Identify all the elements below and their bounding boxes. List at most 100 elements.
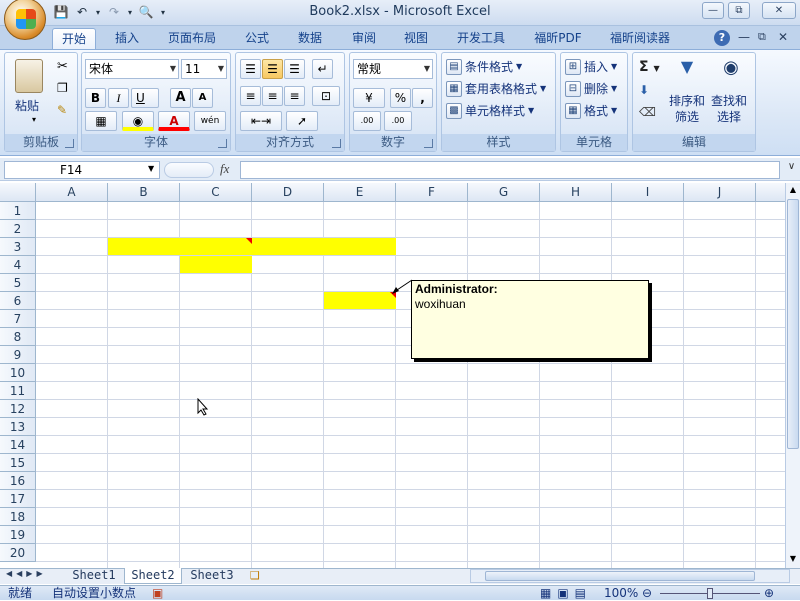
column-header[interactable]: H xyxy=(540,183,612,202)
column-header[interactable]: E xyxy=(324,183,396,202)
copy-icon[interactable]: ❐ xyxy=(57,81,68,95)
row-header[interactable]: 11 xyxy=(0,382,36,400)
align-center-button[interactable]: ≡ xyxy=(262,86,283,106)
scroll-up-icon[interactable]: ▲ xyxy=(787,185,799,197)
comment-box[interactable]: Administrator: woxihuan xyxy=(411,280,649,359)
sheet-nav-icons[interactable]: ◀◀▶▶ xyxy=(6,569,47,578)
help-icon[interactable]: ? xyxy=(714,30,730,46)
row-header[interactable]: 7 xyxy=(0,310,36,328)
tab-data[interactable]: 数据 xyxy=(290,28,330,50)
restore-icon[interactable]: ⧉ xyxy=(728,2,750,19)
row-header[interactable]: 15 xyxy=(0,454,36,472)
insert-function-button[interactable]: fx xyxy=(220,161,229,177)
row-header[interactable]: 6 xyxy=(0,292,36,310)
align-middle-button[interactable]: ☰ xyxy=(262,59,283,79)
name-box-dropdown-icon[interactable]: ▼ xyxy=(148,164,154,173)
tab-review[interactable]: 审阅 xyxy=(344,28,384,50)
comma-button[interactable]: , xyxy=(412,88,433,108)
paste-button[interactable]: 粘贴 xyxy=(15,97,39,114)
decrease-decimal-button[interactable]: .00 xyxy=(384,111,412,131)
scroll-thumb[interactable] xyxy=(485,571,755,581)
row-header[interactable]: 8 xyxy=(0,328,36,346)
row-header[interactable]: 4 xyxy=(0,256,36,274)
cell-styles-button[interactable]: ▩ 单元格样式 ▼ xyxy=(446,102,534,119)
column-header[interactable]: F xyxy=(396,183,468,202)
sheet-tab[interactable]: Sheet3 xyxy=(184,568,240,584)
ribbon-minimize-icon[interactable]: — xyxy=(738,30,750,44)
format-cells-button[interactable]: ▦ 格式 ▼ xyxy=(565,102,617,119)
column-header[interactable]: B xyxy=(108,183,180,202)
dialog-launcher-icon[interactable] xyxy=(65,139,74,148)
row-header[interactable]: 10 xyxy=(0,364,36,382)
align-left-button[interactable]: ≡ xyxy=(240,86,261,106)
find-select-button[interactable]: 查找和 选择 xyxy=(711,93,747,125)
expand-formula-icon[interactable]: ∨ xyxy=(784,161,799,179)
macro-record-icon[interactable]: ▣ xyxy=(152,586,163,601)
borders-button[interactable]: ▦ xyxy=(85,111,117,131)
zoom-out-icon[interactable]: ⊖ xyxy=(642,586,652,601)
row-header[interactable]: 18 xyxy=(0,508,36,526)
row-header[interactable]: 14 xyxy=(0,436,36,454)
scroll-thumb[interactable] xyxy=(787,199,799,449)
highlighted-range-b3-e3[interactable] xyxy=(108,238,396,255)
zoom-slider-thumb[interactable] xyxy=(707,588,713,599)
highlighted-cell-c4[interactable] xyxy=(180,256,252,273)
ribbon-restore-icon[interactable]: ⧉ xyxy=(758,30,766,44)
column-header[interactable]: D xyxy=(252,183,324,202)
currency-button[interactable]: ¥ xyxy=(353,88,385,108)
name-box[interactable]: F14 xyxy=(4,161,160,179)
format-as-table-button[interactable]: ▦ 套用表格格式 ▼ xyxy=(446,80,546,97)
orientation-button[interactable]: ➚ xyxy=(286,111,318,131)
number-format-combo[interactable]: 常规 ▼ xyxy=(353,59,433,79)
row-header[interactable]: 19 xyxy=(0,526,36,544)
tab-formulas[interactable]: 公式 xyxy=(238,28,276,50)
row-header[interactable]: 1 xyxy=(0,202,36,220)
shrink-font-button[interactable]: A xyxy=(192,88,213,108)
merge-center-button[interactable]: ⊡ xyxy=(312,86,340,106)
tab-foxit-pdf[interactable]: 福昕PDF xyxy=(526,28,590,50)
view-buttons[interactable]: ▦▣▤ xyxy=(540,586,592,601)
bold-button[interactable]: B xyxy=(85,88,106,108)
clear-icon[interactable]: ⌫ xyxy=(639,105,656,119)
tab-foxit-reader[interactable]: 福昕阅读器 xyxy=(600,28,680,50)
column-header[interactable]: A xyxy=(36,183,108,202)
cut-icon[interactable]: ✂ xyxy=(57,59,68,74)
insert-sheet-icon[interactable]: ❑ xyxy=(250,569,260,582)
row-header[interactable]: 2 xyxy=(0,220,36,238)
increase-decimal-button[interactable]: .00 xyxy=(353,111,381,131)
zoom-level[interactable]: 100% xyxy=(604,586,638,601)
horizontal-scrollbar[interactable] xyxy=(470,569,790,583)
highlighted-cell-e6[interactable] xyxy=(324,292,396,309)
delete-cells-button[interactable]: ⊟ 删除 ▼ xyxy=(565,80,617,97)
formula-input[interactable] xyxy=(240,161,780,179)
close-icon[interactable]: ✕ xyxy=(762,2,796,19)
align-bottom-button[interactable]: ☰ xyxy=(284,59,305,79)
row-header[interactable]: 12 xyxy=(0,400,36,418)
percent-button[interactable]: % xyxy=(390,88,411,108)
zoom-in-icon[interactable]: ⊕ xyxy=(764,586,774,601)
align-top-button[interactable]: ☰ xyxy=(240,59,261,79)
wrap-text-button[interactable]: ↵ xyxy=(312,59,333,79)
insert-cells-button[interactable]: ⊞ 插入 ▼ xyxy=(565,58,617,75)
column-header[interactable]: I xyxy=(612,183,684,202)
font-name-combo[interactable]: 宋体 ▼ xyxy=(85,59,179,79)
row-header[interactable]: 9 xyxy=(0,346,36,364)
autosum-button[interactable]: Σ ▼ xyxy=(639,59,660,75)
row-header[interactable]: 3 xyxy=(0,238,36,256)
formula-expand-handle[interactable] xyxy=(164,162,214,178)
row-header[interactable]: 5 xyxy=(0,274,36,292)
underline-button[interactable]: U xyxy=(131,88,159,108)
paste-icon[interactable] xyxy=(15,59,43,93)
fill-icon[interactable]: ⬇ xyxy=(639,83,649,97)
tab-page-layout[interactable]: 页面布局 xyxy=(160,28,224,50)
minimize-icon[interactable]: — xyxy=(702,2,724,19)
sort-filter-button[interactable]: 排序和 筛选 xyxy=(669,93,705,125)
sheet-tab-active[interactable]: Sheet2 xyxy=(124,568,182,584)
column-header[interactable]: G xyxy=(468,183,540,202)
worksheet-grid[interactable]: A B C D E F G H I J 1 2 3 4 5 6 7 8 9 10 11 12 13 14 1… xyxy=(0,183,788,568)
phonetic-button[interactable]: wén xyxy=(194,111,226,131)
grow-font-button[interactable]: A xyxy=(170,88,191,108)
row-header[interactable]: 17 xyxy=(0,490,36,508)
format-painter-icon[interactable]: ✎ xyxy=(57,103,67,117)
dialog-launcher-icon[interactable] xyxy=(218,139,227,148)
